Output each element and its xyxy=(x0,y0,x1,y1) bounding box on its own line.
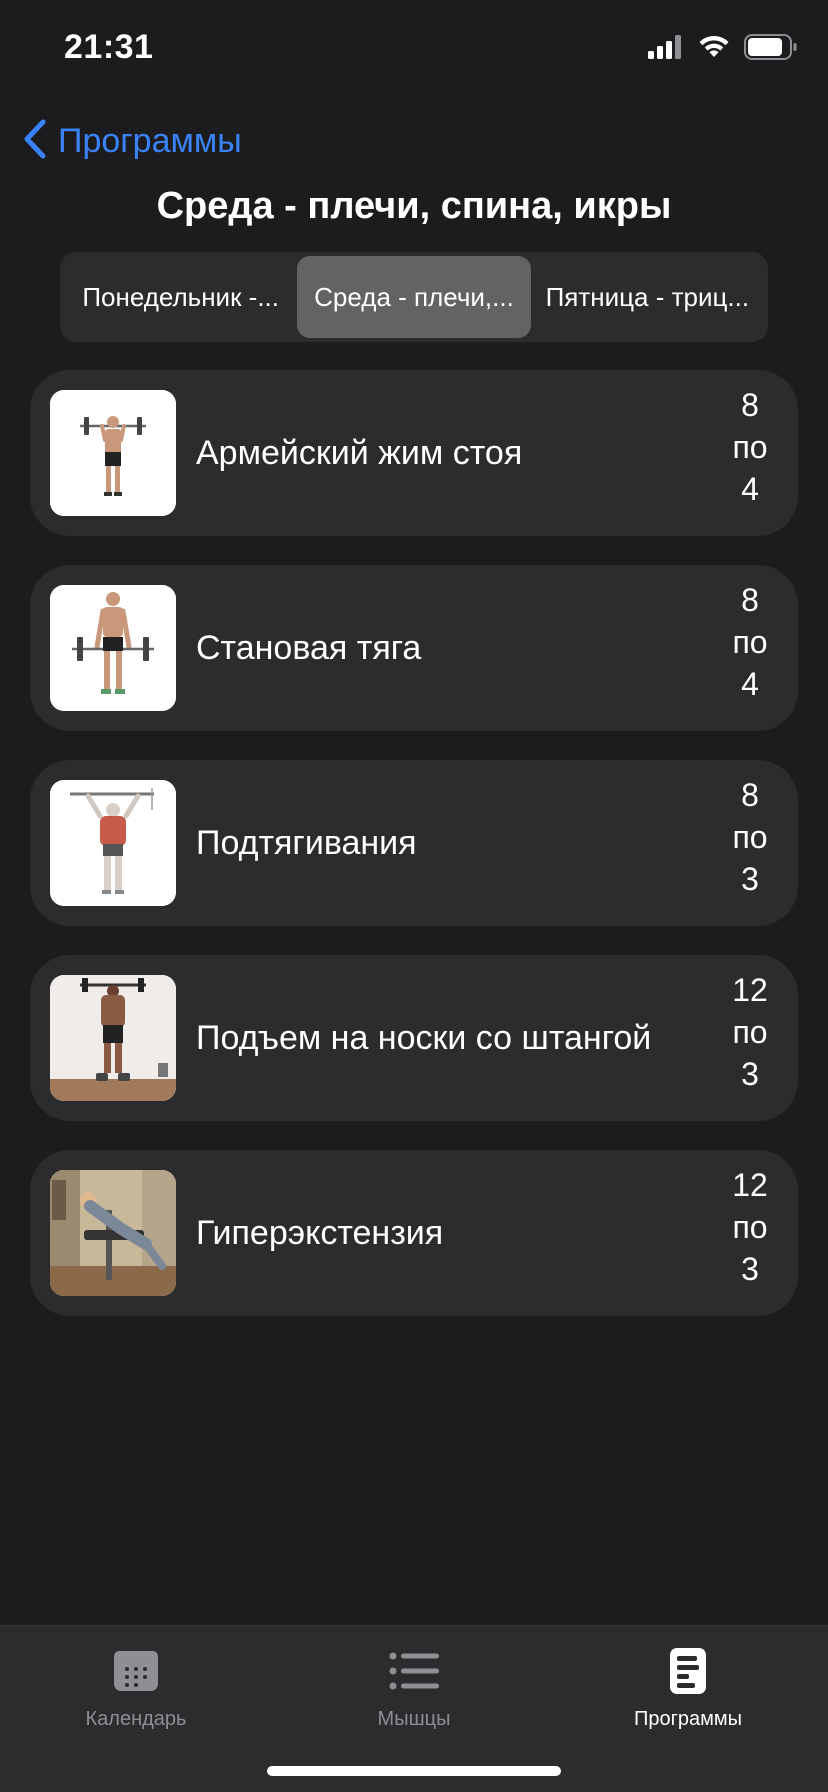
chevron-left-icon xyxy=(22,119,48,164)
segment-label: Пятница - триц... xyxy=(545,281,750,312)
cellular-signal-icon xyxy=(648,34,684,64)
home-indicator xyxy=(267,1766,561,1776)
reps-separator: по xyxy=(732,624,768,660)
calf-raise-image xyxy=(50,975,176,1101)
tab-muscles[interactable]: Мышцы xyxy=(314,1640,514,1731)
wifi-icon xyxy=(698,35,730,64)
reps-separator: по xyxy=(732,1209,768,1245)
segment-label: Понедельник -... xyxy=(82,281,280,312)
reps-value: 8 xyxy=(741,387,759,423)
status-icons xyxy=(648,33,798,65)
segment-monday[interactable]: Понедельник -... xyxy=(64,256,297,338)
exercise-card[interactable]: Подтягивания 8 по 3 xyxy=(30,760,798,926)
status-time: 21:31 xyxy=(64,28,154,66)
exercise-card[interactable]: Подъем на носки со штангой 12 по 3 xyxy=(30,955,798,1121)
hyperextension-image xyxy=(50,1170,176,1296)
battery-icon xyxy=(744,33,798,65)
exercise-name: Гиперэкстензия xyxy=(196,1213,444,1252)
reps-value: 12 xyxy=(732,1167,768,1203)
segment-label: Среда - плечи,... xyxy=(314,281,514,312)
reps-value: 12 xyxy=(732,972,768,1008)
sets-reps: 8 по 4 xyxy=(720,384,780,510)
sets-value: 3 xyxy=(741,1251,759,1287)
tab-programs[interactable]: Программы xyxy=(588,1640,788,1731)
exercise-name: Армейский жим стоя xyxy=(196,433,523,472)
sets-reps: 12 по 3 xyxy=(720,969,780,1095)
reps-value: 8 xyxy=(741,777,759,813)
reps-separator: по xyxy=(732,1014,768,1050)
sets-value: 3 xyxy=(741,1056,759,1092)
reps-separator: по xyxy=(732,429,768,465)
day-segmented-control: Понедельник -... Среда - плечи,... Пятни… xyxy=(60,252,768,342)
exercise-name: Становая тяга xyxy=(196,628,422,667)
exercise-card[interactable]: Гиперэкстензия 12 по 3 xyxy=(30,1150,798,1316)
sets-reps: 8 по 4 xyxy=(720,579,780,705)
calendar-icon xyxy=(36,1640,236,1702)
tab-calendar[interactable]: Календарь xyxy=(36,1640,236,1731)
status-bar: 21:31 xyxy=(0,0,828,100)
reps-separator: по xyxy=(732,819,768,855)
tab-label: Программы xyxy=(633,1708,743,1730)
pullup-image xyxy=(50,780,176,906)
sets-reps: 8 по 3 xyxy=(720,774,780,900)
tab-label: Календарь xyxy=(85,1708,187,1730)
exercise-card[interactable]: Становая тяга 8 по 4 xyxy=(30,565,798,731)
back-button[interactable]: Программы xyxy=(22,118,242,164)
list-icon xyxy=(314,1640,514,1702)
sets-value: 3 xyxy=(741,861,759,897)
programs-icon xyxy=(588,1640,788,1702)
deadlift-image xyxy=(50,585,176,711)
overhead-press-image xyxy=(50,390,176,516)
back-label: Программы xyxy=(58,121,242,160)
screen: 21:31 Программы Среда - плечи, спина, ик… xyxy=(0,0,828,1792)
segment-wednesday[interactable]: Среда - плечи,... xyxy=(297,256,531,338)
tab-label: Мышцы xyxy=(377,1708,451,1730)
segment-friday[interactable]: Пятница - триц... xyxy=(531,256,764,338)
sets-reps: 12 по 3 xyxy=(720,1164,780,1290)
exercise-list: Армейский жим стоя 8 по 4 Становая тяга … xyxy=(30,370,798,1345)
reps-value: 8 xyxy=(741,582,759,618)
exercise-card[interactable]: Армейский жим стоя 8 по 4 xyxy=(30,370,798,536)
page-title: Среда - плечи, спина, икры xyxy=(156,185,672,227)
sets-value: 4 xyxy=(741,666,759,702)
exercise-name: Подтягивания xyxy=(196,823,417,862)
exercise-name: Подъем на носки со штангой xyxy=(196,1018,652,1057)
sets-value: 4 xyxy=(741,471,759,507)
